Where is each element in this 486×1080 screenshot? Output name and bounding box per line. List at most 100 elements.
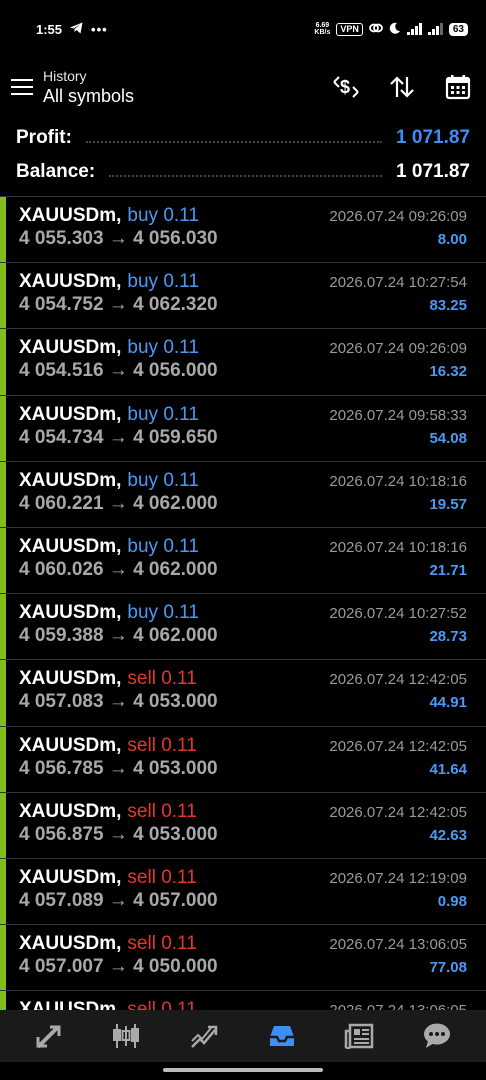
deal-row[interactable]: XAUUSDm, buy 0.11 2026.07.24 09:58:33 4 …	[0, 394, 486, 461]
deals-list[interactable]: XAUUSDm, buy 0.11 2026.07.24 09:26:09 4 …	[0, 196, 486, 1010]
deal-status-bar	[0, 991, 6, 1010]
deal-prices: 4 055.303 → 4 056.030	[19, 228, 218, 249]
deal-profit: 83.25	[429, 297, 467, 315]
dollar-exchange-icon: $	[333, 76, 359, 98]
deal-direction: buy 0.11	[127, 205, 199, 226]
deal-direction: buy 0.11	[127, 535, 199, 557]
deal-profit: 0.98	[437, 892, 467, 910]
home-indicator[interactable]	[163, 1068, 323, 1072]
deal-profit: 54.08	[429, 429, 467, 447]
profit-row: Profit: 1 071.87	[16, 121, 470, 155]
menu-icon[interactable]	[11, 79, 33, 95]
calendar-button[interactable]	[430, 67, 486, 107]
deal-status-bar	[0, 792, 6, 858]
deal-symbol: XAUUSDm,	[19, 999, 122, 1010]
deal-profit: 42.63	[429, 826, 467, 844]
deal-direction: sell 0.11	[127, 866, 197, 888]
page-title: All symbols	[43, 85, 135, 106]
deal-symbol: XAUUSDm,	[19, 602, 122, 624]
title-block[interactable]: History All symbols	[43, 68, 134, 107]
deal-time: 2026.07.24 09:26:09	[329, 208, 467, 225]
nav-news[interactable]	[329, 1014, 389, 1058]
more-notifications-icon: •••	[91, 21, 108, 37]
deal-time: 2026.07.24 12:42:05	[329, 803, 467, 821]
deal-direction: buy 0.11	[127, 337, 199, 359]
deal-profit: 19.57	[429, 495, 467, 513]
deal-status-bar	[0, 263, 6, 329]
deal-status-bar	[0, 726, 6, 792]
bottom-navigation	[0, 1010, 486, 1062]
deposit-button[interactable]: $	[318, 67, 374, 107]
deal-status-bar	[0, 527, 6, 594]
deal-prices: 4 057.007 → 4 050.000	[19, 956, 218, 978]
deal-row[interactable]: XAUUSDm, sell 0.11 2026.07.24 12:42:05 4…	[0, 791, 486, 858]
nav-trade[interactable]	[174, 1014, 234, 1058]
deal-time: 2026.07.24 12:19:09	[329, 869, 467, 887]
deal-status-bar	[0, 329, 6, 395]
deal-profit: 44.91	[429, 694, 467, 712]
deal-row[interactable]: XAUUSDm, sell 0.11 2026.07.24 12:19:09 4…	[0, 857, 486, 925]
nav-chat[interactable]	[407, 1014, 467, 1058]
moon-icon	[389, 22, 401, 37]
deal-profit: 77.08	[429, 959, 467, 977]
news-icon	[344, 1023, 374, 1049]
deal-time: 2026.07.24 10:27:52	[329, 605, 467, 623]
deal-direction: buy 0.11	[127, 469, 199, 491]
quotes-icon	[36, 1025, 61, 1049]
deal-row[interactable]: XAUUSDm, buy 0.11 2026.07.24 10:18:16 4 …	[0, 526, 486, 594]
deal-status-bar	[0, 461, 6, 527]
page-subtitle: History	[43, 67, 87, 84]
deal-row[interactable]: XAUUSDm, buy 0.11 2026.07.24 10:18:16 4 …	[0, 460, 486, 527]
deal-status-bar	[0, 660, 6, 726]
sort-icon	[390, 76, 414, 98]
deal-time: 2026.07.24 10:18:16	[329, 472, 467, 490]
deal-profit: 41.64	[429, 760, 467, 778]
nav-history[interactable]	[252, 1014, 312, 1058]
deal-symbol: XAUUSDm,	[19, 205, 122, 226]
network-speed: 6.69 KB/s	[314, 22, 330, 36]
app-bar: History All symbols $	[0, 58, 486, 116]
deal-symbol: XAUUSDm,	[19, 535, 122, 557]
deal-symbol: XAUUSDm,	[19, 469, 122, 491]
status-time: 1:55	[36, 21, 63, 37]
balance-value: 1 071.87	[396, 161, 470, 182]
trade-icon	[191, 1025, 218, 1048]
deal-status-bar	[0, 594, 6, 660]
deal-symbol: XAUUSDm,	[19, 800, 122, 822]
dotted-leader	[109, 167, 383, 177]
deal-row[interactable]: XAUUSDm, sell 0.11 2026.07.24 12:42:05 4…	[0, 659, 486, 726]
deal-symbol: XAUUSDm,	[19, 734, 122, 756]
nav-chart[interactable]	[96, 1014, 156, 1058]
chat-icon	[424, 1023, 451, 1048]
deal-row[interactable]: XAUUSDm, sell 0.11 2026.07.24 12:42:05 4…	[0, 725, 486, 792]
deal-row[interactable]: XAUUSDm, buy 0.11 2026.07.24 09:26:09 4 …	[0, 328, 486, 395]
chart-icon	[113, 1024, 140, 1048]
deal-prices: 4 059.388 → 4 062.000	[19, 625, 218, 647]
svg-text:$: $	[340, 77, 350, 97]
deal-prices: 4 054.752 → 4 062.320	[19, 294, 218, 316]
deal-row[interactable]: XAUUSDm, buy 0.11 2026.07.24 10:27:52 4 …	[0, 593, 486, 660]
deal-symbol: XAUUSDm,	[19, 866, 122, 888]
cellular-signal-2-icon	[427, 23, 443, 35]
deal-row[interactable]: XAUUSDm, buy 0.11 2026.07.24 10:27:54 4 …	[0, 262, 486, 329]
sort-button[interactable]	[374, 67, 430, 107]
deal-direction: sell 0.11	[127, 734, 197, 756]
deal-profit: 16.32	[429, 363, 467, 381]
dotted-leader	[85, 133, 383, 143]
cellular-signal-icon	[406, 23, 422, 35]
status-bar: 1:55 ••• 6.69 KB/s VPN 63	[0, 0, 486, 58]
calendar-icon	[445, 75, 471, 100]
deal-profit: 21.71	[429, 561, 467, 579]
deal-prices: 4 060.026 → 4 062.000	[19, 558, 218, 580]
deal-direction: buy 0.11	[127, 602, 199, 624]
deal-row[interactable]: XAUUSDm, sell 0.11 2026.07.24 13:06:05 4…	[0, 924, 486, 991]
profit-label: Profit:	[16, 127, 72, 148]
deal-time: 2026.07.24 13:06:05	[329, 1002, 467, 1010]
balance-label: Balance:	[16, 161, 96, 182]
nav-quotes[interactable]	[19, 1014, 79, 1058]
deal-row[interactable]: XAUUSDm, sell 0.11 2026.07.24 13:06:05	[0, 990, 486, 1010]
deal-row[interactable]: XAUUSDm, buy 0.11 2026.07.24 09:26:09 4 …	[0, 196, 486, 263]
deal-status-bar	[0, 395, 6, 461]
deal-symbol: XAUUSDm,	[19, 271, 122, 293]
deal-profit: 28.73	[429, 628, 467, 646]
